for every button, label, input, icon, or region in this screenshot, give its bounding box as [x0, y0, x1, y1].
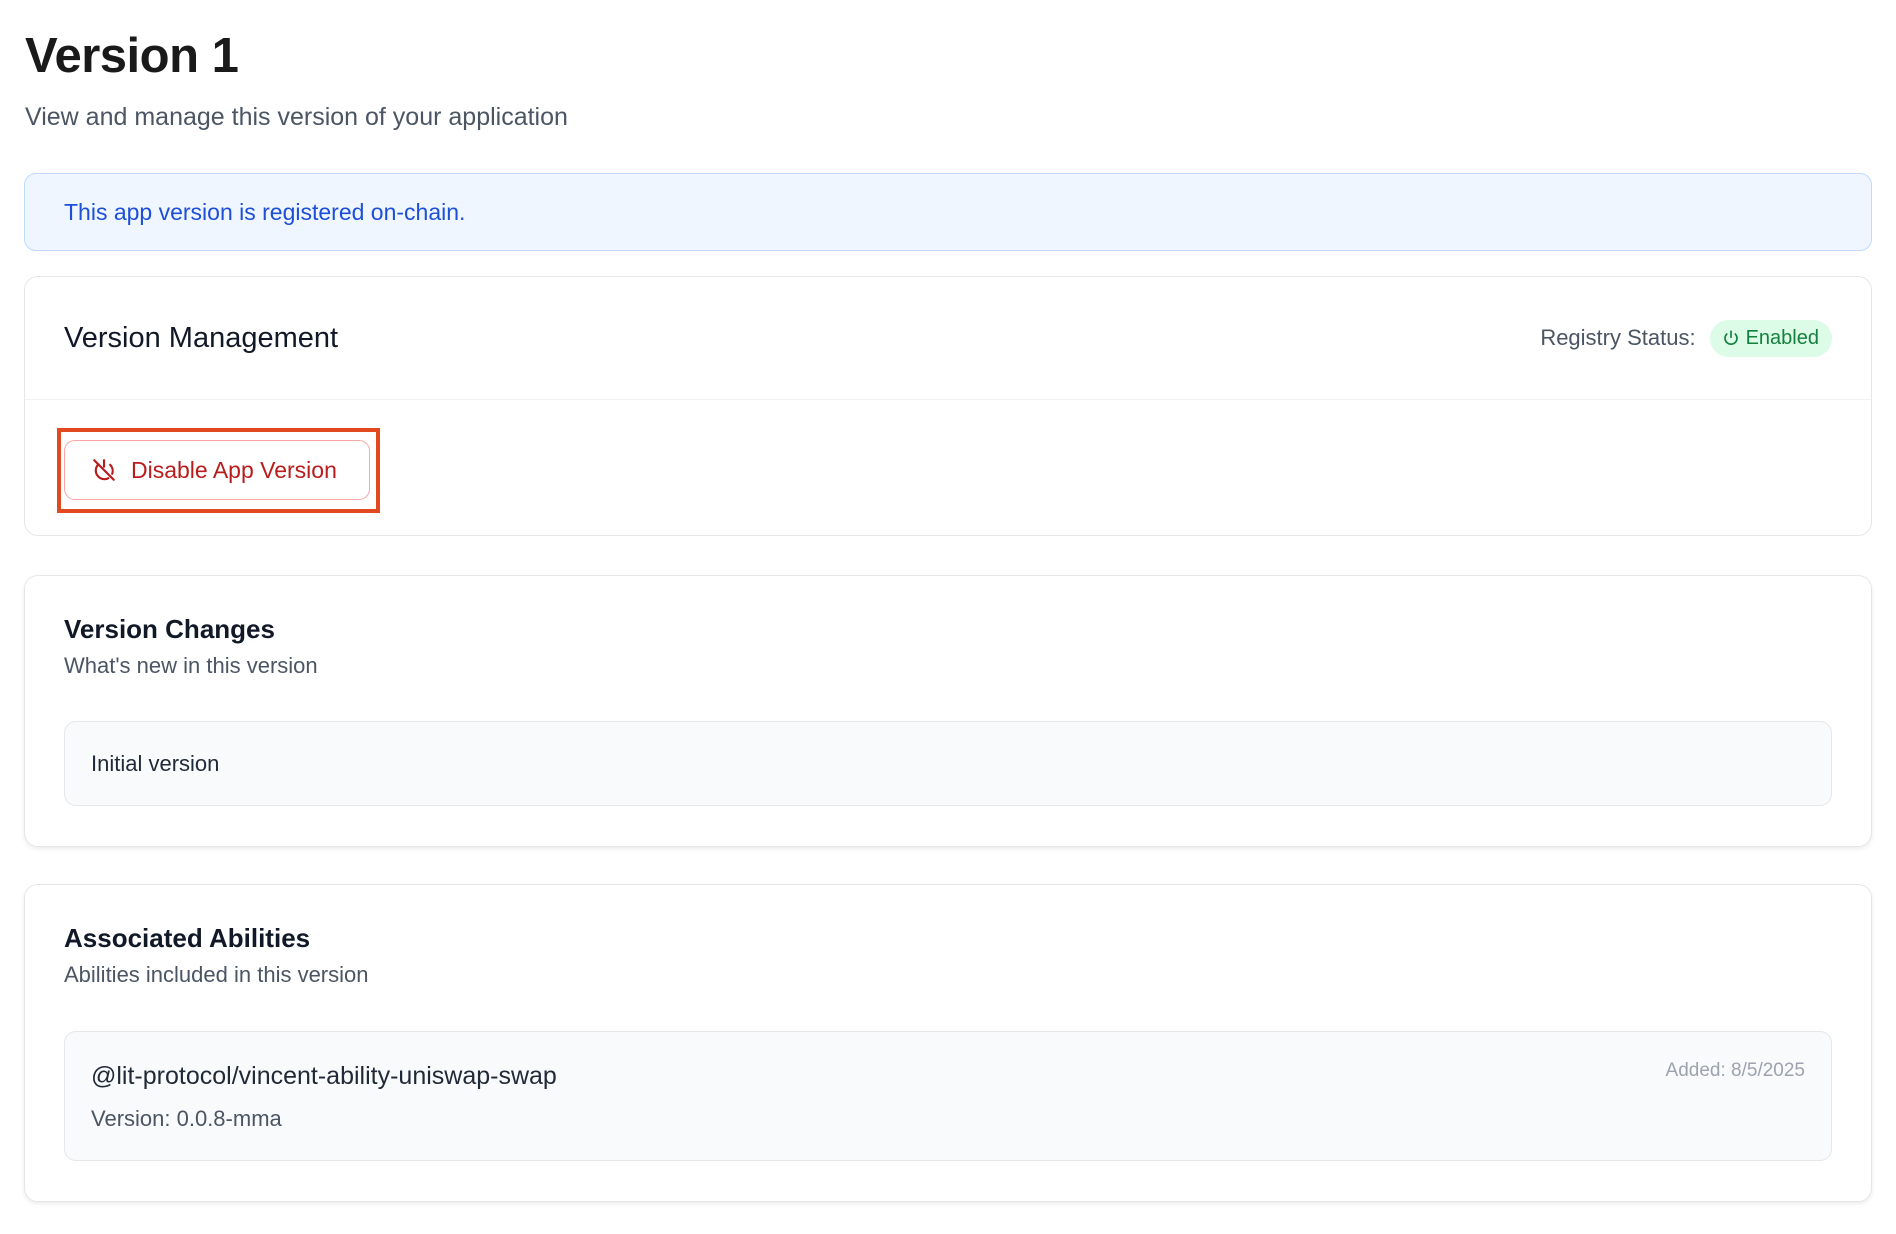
onchain-alert: This app version is registered on-chain. — [24, 173, 1872, 251]
status-badge-label: Enabled — [1745, 326, 1819, 349]
version-changes-subtitle: What's new in this version — [64, 653, 318, 678]
associated-abilities-title: Associated Abilities — [64, 923, 311, 953]
disable-app-version-button[interactable]: Disable App Version — [64, 440, 370, 500]
ability-version: Version: 0.0.8-mma — [91, 1106, 282, 1131]
associated-abilities-subtitle: Abilities included in this version — [64, 962, 369, 987]
registry-status-label: Registry Status: — [1540, 325, 1696, 350]
version-changes-box: Initial version — [64, 721, 1832, 806]
associated-abilities-card: Associated Abilities Abilities included … — [24, 884, 1872, 1202]
page-subtitle: View and manage this version of your app… — [25, 103, 568, 131]
power-off-icon — [93, 459, 115, 481]
version-page: Version 1 View and manage this version o… — [0, 0, 1896, 1234]
ability-name: @lit-protocol/vincent-ability-uniswap-sw… — [91, 1062, 557, 1090]
disable-app-version-label: Disable App Version — [131, 456, 337, 483]
version-management-title: Version Management — [64, 321, 339, 354]
version-changes-title: Version Changes — [64, 614, 275, 644]
version-changes-card: Version Changes What's new in this versi… — [24, 575, 1872, 847]
page-title: Version 1 — [25, 29, 239, 83]
ability-added-date: Added: 8/5/2025 — [1665, 1060, 1805, 1081]
alert-text: This app version is registered on-chain. — [64, 198, 466, 225]
list-item[interactable]: @lit-protocol/vincent-ability-uniswap-sw… — [64, 1031, 1832, 1161]
version-changes-text: Initial version — [91, 750, 220, 776]
status-badge: Enabled — [1709, 319, 1832, 357]
version-management-header: Version Management Registry Status: Enab… — [25, 277, 1871, 400]
registry-status: Registry Status: Enabled — [1540, 319, 1832, 357]
version-management-card: Version Management Registry Status: Enab… — [24, 276, 1872, 536]
power-icon — [1723, 330, 1738, 346]
